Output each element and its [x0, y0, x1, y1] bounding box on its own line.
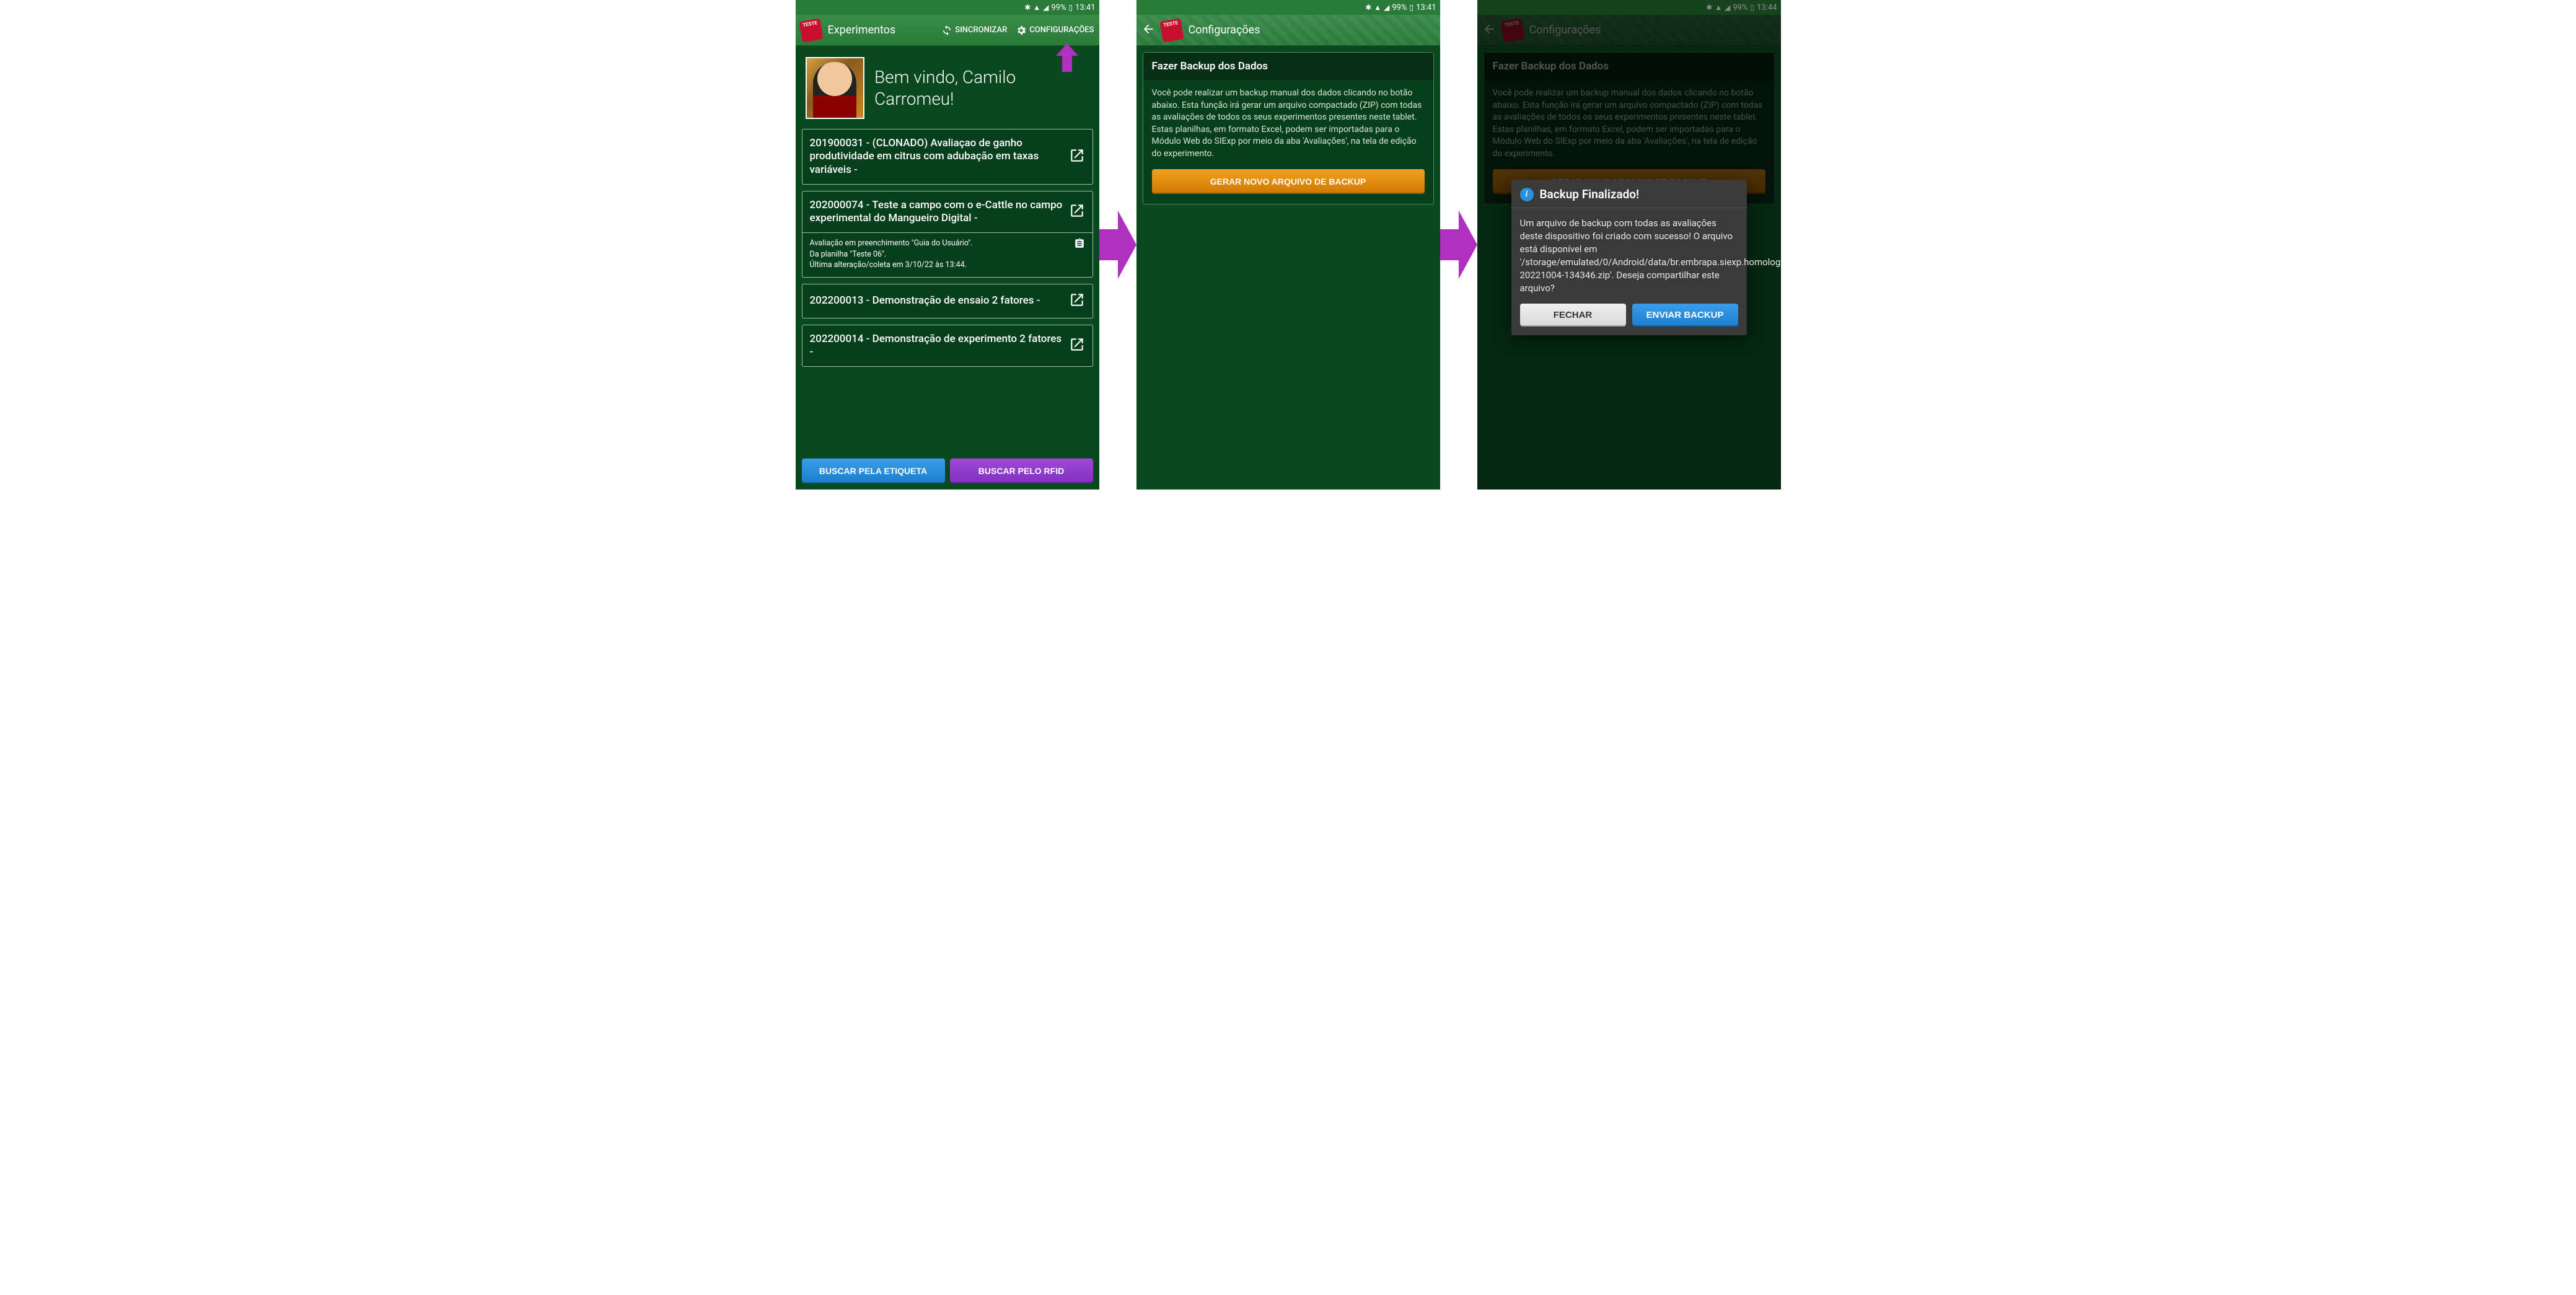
dialog-title: Backup Finalizado!	[1540, 187, 1640, 201]
screen-settings-dialog: ✱ ▲ ◢ 99% ▯ 13:44 TESTE Configurações Fa…	[1477, 0, 1781, 489]
flow-arrow-icon	[1440, 211, 1477, 279]
battery-icon: ▯	[1410, 3, 1414, 12]
open-icon[interactable]	[1069, 147, 1085, 166]
page-title: Experimentos	[828, 24, 936, 37]
search-by-rfid-button[interactable]: BUSCAR PELO RFID	[950, 459, 1093, 483]
screen-settings: ✱ ▲ ◢ 99% ▯ 13:41 TESTE Configurações Fa…	[1136, 0, 1440, 489]
battery-icon: ▯	[1069, 3, 1073, 12]
pointer-up-arrow-icon	[1056, 43, 1078, 72]
generate-backup-button[interactable]: GERAR NOVO ARQUIVO DE BACKUP	[1152, 169, 1425, 194]
app-bar: TESTE Experimentos SINCRONIZAR CONFIGURA…	[796, 15, 1099, 46]
welcome-text: Bem vindo, Camilo Carromeu!	[874, 66, 1089, 110]
wifi-icon: ▲	[1374, 3, 1381, 12]
open-icon[interactable]	[1069, 336, 1085, 355]
status-bar: ✱ ▲ ◢ 99% ▯ 13:41	[1136, 0, 1440, 15]
open-icon[interactable]	[1069, 203, 1085, 221]
gear-icon	[1016, 25, 1027, 36]
open-icon[interactable]	[1069, 292, 1085, 310]
experiment-title: 202200013 - Demonstração de ensaio 2 fat…	[810, 294, 1064, 307]
sync-icon	[941, 25, 952, 36]
bottom-action-row: BUSCAR PELA ETIQUETA BUSCAR PELO RFID	[796, 452, 1099, 489]
send-backup-button[interactable]: ENVIAR BACKUP	[1632, 304, 1738, 327]
section-title: Fazer Backup dos Dados	[1143, 53, 1433, 80]
search-by-label-button[interactable]: BUSCAR PELA ETIQUETA	[802, 459, 945, 483]
experiment-card[interactable]: 202000074 - Teste a campo com o e-Cattle…	[802, 191, 1093, 278]
experiment-title: 202200014 - Demonstração de experimento …	[810, 333, 1064, 359]
backup-section: Fazer Backup dos Dados Você pode realiza…	[1143, 52, 1434, 204]
settings-label: CONFIGURAÇÕES	[1029, 25, 1094, 35]
experiment-title: 202000074 - Teste a campo com o e-Cattle…	[810, 199, 1064, 226]
signal-icon: ◢	[1384, 3, 1389, 12]
sub-line: Última alteração/coleta em 3/10/22 às 13…	[810, 260, 1069, 271]
section-text: Você pode realizar um backup manual dos …	[1152, 87, 1425, 160]
main-content: Bem vindo, Camilo Carromeu! 201900031 - …	[796, 46, 1099, 452]
clipboard-icon[interactable]	[1074, 238, 1085, 271]
wifi-icon: ▲	[1033, 3, 1040, 12]
sub-line: Da planilha "Teste 06".	[810, 249, 1069, 260]
app-logo-icon: TESTE	[799, 18, 823, 42]
battery-percent: 99%	[1392, 3, 1407, 12]
user-avatar	[806, 57, 865, 119]
status-bar: ✱ ▲ ◢ 99% ▯ 13:41	[796, 0, 1099, 15]
bluetooth-icon: ✱	[1365, 3, 1371, 12]
close-button[interactable]: FECHAR	[1520, 304, 1626, 327]
settings-button[interactable]: CONFIGURAÇÕES	[1016, 25, 1094, 36]
info-icon: i	[1520, 188, 1534, 201]
battery-percent: 99%	[1051, 3, 1066, 12]
experiment-title: 201900031 - (CLONADO) Avaliaçao de ganho…	[810, 137, 1064, 177]
screen-experiments: ✱ ▲ ◢ 99% ▯ 13:41 TESTE Experimentos SIN…	[796, 0, 1099, 489]
experiment-card[interactable]: 202200013 - Demonstração de ensaio 2 fat…	[802, 284, 1093, 318]
experiment-subinfo: Avaliação em preenchimento "Guia do Usuá…	[802, 232, 1092, 277]
dialog-body: Um arquivo de backup com todas as avalia…	[1511, 208, 1747, 304]
app-logo-icon: TESTE	[1159, 18, 1184, 42]
backup-complete-dialog: i Backup Finalizado! Um arquivo de backu…	[1511, 180, 1747, 335]
flow-arrow-icon	[1099, 211, 1136, 279]
signal-icon: ◢	[1043, 3, 1048, 12]
clock: 13:41	[1416, 3, 1436, 12]
sync-label: SINCRONIZAR	[955, 25, 1007, 35]
back-button[interactable]	[1141, 22, 1155, 38]
app-bar: TESTE Configurações	[1136, 15, 1440, 46]
experiment-card[interactable]: 201900031 - (CLONADO) Avaliaçao de ganho…	[802, 129, 1093, 185]
experiment-card[interactable]: 202200014 - Demonstração de experimento …	[802, 325, 1093, 367]
main-content: Fazer Backup dos Dados Você pode realiza…	[1136, 46, 1440, 489]
sync-button[interactable]: SINCRONIZAR	[941, 25, 1007, 36]
sub-line: Avaliação em preenchimento "Guia do Usuá…	[810, 238, 1069, 249]
clock: 13:41	[1075, 3, 1095, 12]
welcome-row: Bem vindo, Camilo Carromeu!	[802, 52, 1093, 129]
bluetooth-icon: ✱	[1024, 3, 1031, 12]
page-title: Configurações	[1189, 24, 1435, 37]
